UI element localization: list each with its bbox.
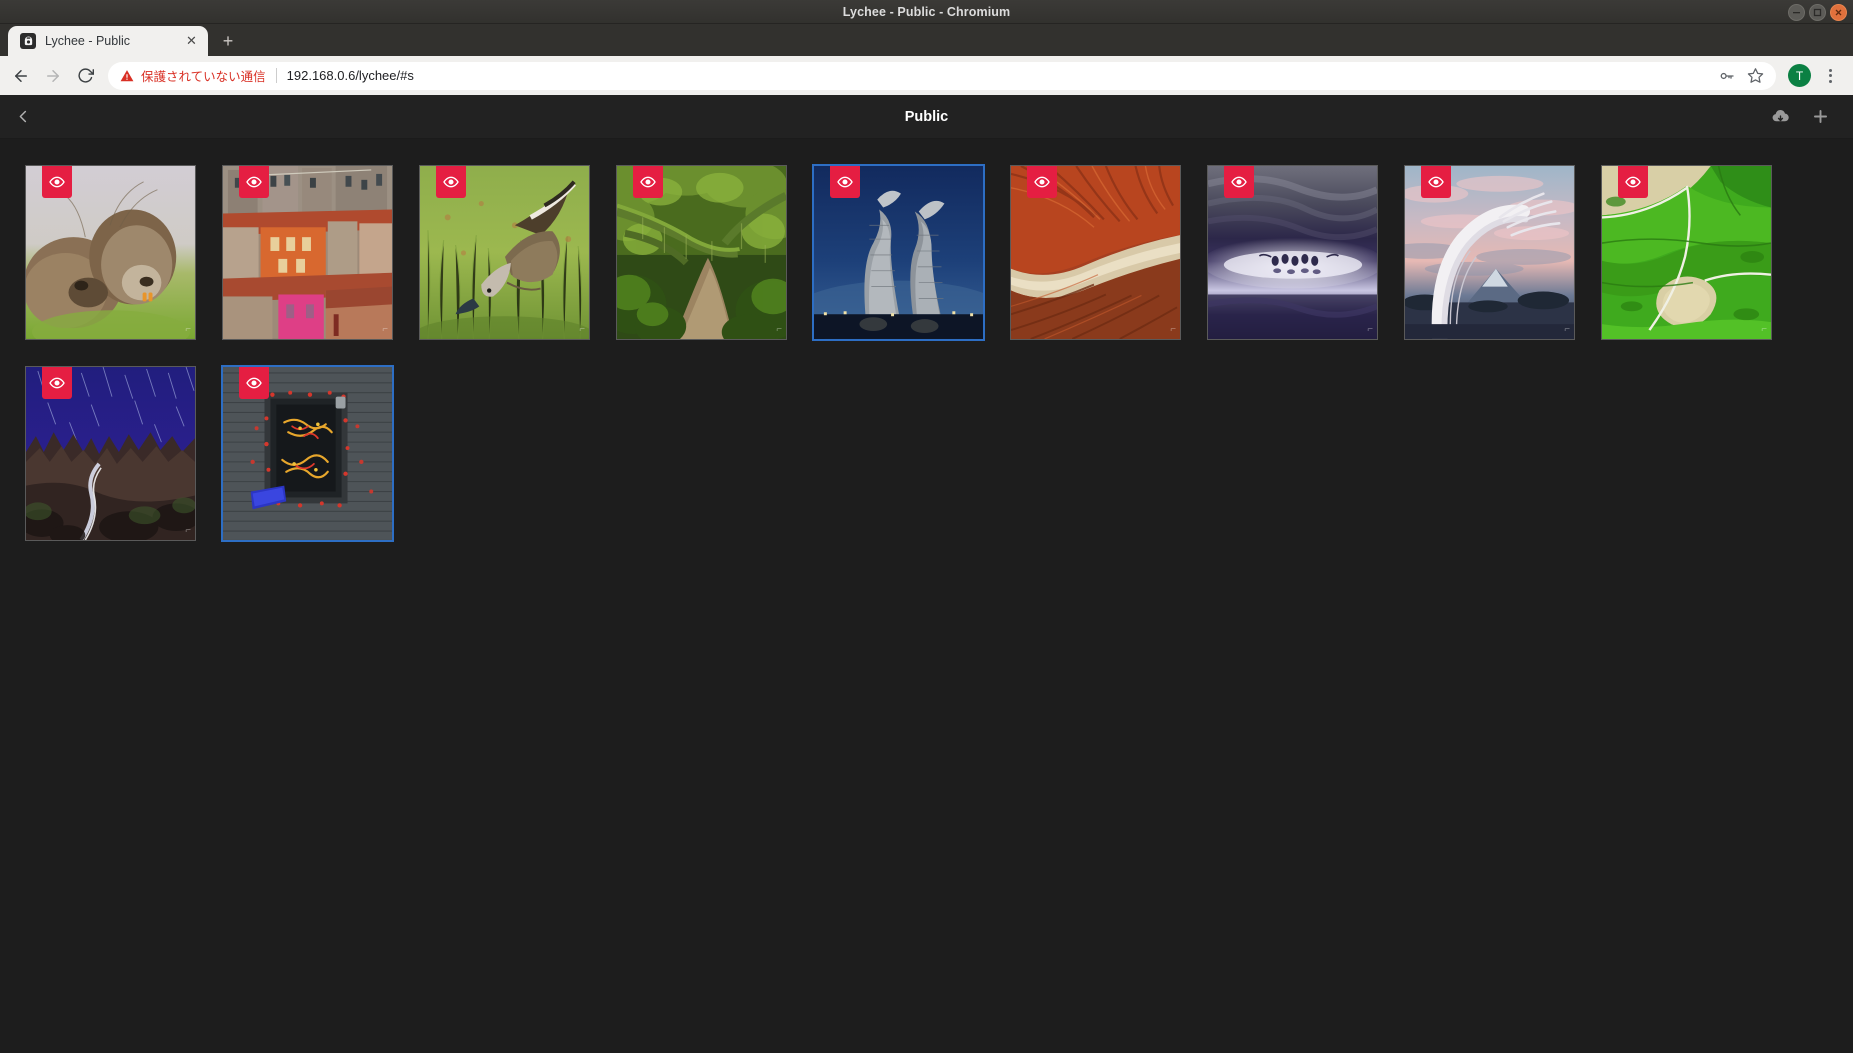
avatar[interactable]: T: [1788, 64, 1811, 87]
photo-thumbnail-bird-in-grass[interactable]: ⌐: [419, 165, 590, 340]
new-tab-button[interactable]: +: [214, 27, 242, 55]
thumb-corner-mark: ⌐: [579, 324, 585, 335]
album-header-actions: [1767, 104, 1853, 130]
photo-thumbnail-marmots[interactable]: ⌐: [25, 165, 196, 340]
address-bar[interactable]: 保護されていない通信 192.168.0.6/lychee/#s: [108, 61, 1776, 90]
eye-badge[interactable]: [1618, 166, 1648, 198]
thumb-corner-mark: ⌐: [1564, 324, 1570, 335]
password-key-icon[interactable]: [1716, 65, 1738, 87]
photo-thumbnail-kelpies-sculpture[interactable]: [813, 165, 984, 340]
eye-badge[interactable]: [1421, 166, 1451, 198]
photo-thumbnail-italian-rooftops[interactable]: ⌐: [222, 165, 393, 340]
photo-thumbnail-rooftop-aerial-dark[interactable]: [222, 366, 393, 541]
window-controls: [1788, 0, 1847, 24]
photo-thumbnail-green-fields-aerial[interactable]: ⌐: [1601, 165, 1772, 340]
tab-close-icon[interactable]: ✕: [183, 33, 200, 50]
insecure-warning-icon: [120, 69, 134, 83]
window-close-button[interactable]: [1830, 3, 1847, 21]
thumb-corner-mark: ⌐: [776, 324, 782, 335]
eye-badge[interactable]: [42, 367, 72, 399]
window-minimize-button[interactable]: [1788, 3, 1805, 21]
browser-tab[interactable]: Lychee - Public ✕: [8, 26, 208, 56]
window-maximize-button[interactable]: [1809, 3, 1826, 21]
photo-grid: ⌐ ⌐ ⌐ ⌐ ⌐ ⌐ ⌐ ⌐ ⌐: [0, 139, 1853, 541]
eye-badge[interactable]: [42, 166, 72, 198]
photo-thumbnail-white-pavilion-sunset[interactable]: ⌐: [1404, 165, 1575, 340]
bookmark-star-icon[interactable]: [1744, 65, 1766, 87]
eye-badge[interactable]: [1027, 166, 1057, 198]
eye-badge[interactable]: [633, 166, 663, 198]
eye-badge[interactable]: [239, 367, 269, 399]
insecure-warning-text: 保護されていない通信: [141, 70, 266, 84]
lychee-app: Public ⌐ ⌐ ⌐ ⌐ ⌐ ⌐ ⌐ ⌐ ⌐: [0, 95, 1853, 1053]
arrow-right-icon[interactable]: [38, 61, 68, 91]
browser-toolbar: 保護されていない通信 192.168.0.6/lychee/#s T: [0, 56, 1853, 95]
thumb-corner-mark: ⌐: [185, 324, 191, 335]
photo-thumbnail-purple-long-exposure[interactable]: ⌐: [1207, 165, 1378, 340]
lychee-logo-icon: [20, 33, 36, 49]
chevron-left-icon[interactable]: [0, 95, 46, 139]
window-titlebar: Lychee - Public - Chromium: [0, 0, 1853, 24]
window-title: Lychee - Public - Chromium: [842, 4, 1011, 19]
photo-thumbnail-mossy-forest-path[interactable]: ⌐: [616, 165, 787, 340]
browser-tabstrip: Lychee - Public ✕ +: [0, 24, 1853, 56]
plus-icon[interactable]: [1807, 104, 1833, 130]
tab-title: Lychee - Public: [45, 34, 130, 48]
thumb-corner-mark: ⌐: [1170, 324, 1176, 335]
thumb-corner-mark: ⌐: [185, 525, 191, 536]
eye-badge[interactable]: [239, 166, 269, 198]
eye-badge[interactable]: [830, 166, 860, 198]
omnibox-actions: [1716, 65, 1766, 87]
omnibox-divider: [275, 68, 277, 83]
eye-badge[interactable]: [436, 166, 466, 198]
arrow-left-icon[interactable]: [6, 61, 36, 91]
photo-thumbnail-night-sky-canyon[interactable]: ⌐: [25, 366, 196, 541]
eye-badge[interactable]: [1224, 166, 1254, 198]
url-text: 192.168.0.6/lychee/#s: [286, 68, 414, 83]
kebab-menu-icon[interactable]: [1817, 63, 1843, 89]
album-header: Public: [0, 95, 1853, 139]
thumb-corner-mark: ⌐: [1367, 324, 1373, 335]
page-title: Public: [904, 109, 949, 125]
thumb-corner-mark: ⌐: [382, 324, 388, 335]
cloud-download-icon[interactable]: [1767, 104, 1793, 130]
thumb-corner-mark: ⌐: [1761, 324, 1767, 335]
photo-thumbnail-red-canyon[interactable]: ⌐: [1010, 165, 1181, 340]
reload-icon[interactable]: [70, 61, 100, 91]
